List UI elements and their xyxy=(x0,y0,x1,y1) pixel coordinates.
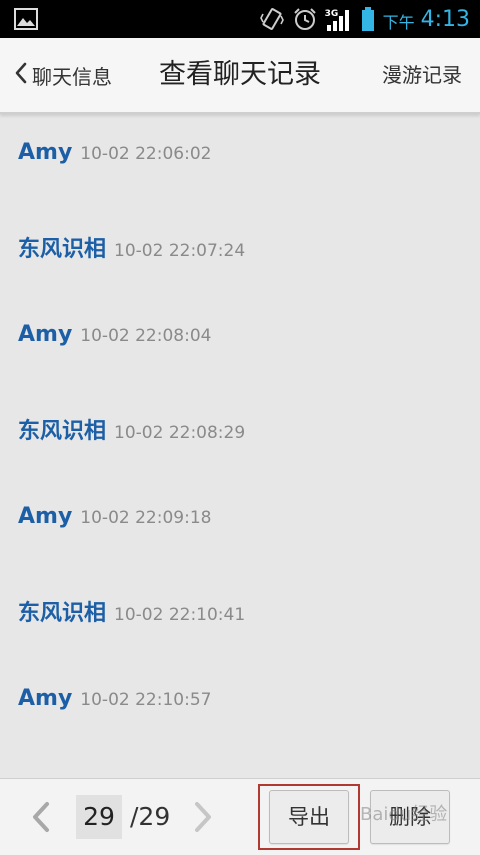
sender-name: 东风识相 xyxy=(18,237,107,262)
previous-page-button[interactable] xyxy=(30,801,52,837)
back-button[interactable]: 聊天信息 xyxy=(14,38,112,112)
list-item[interactable]: 东风识相 10-02 22:07:24 xyxy=(18,231,245,263)
list-item[interactable]: 东风识相 10-02 22:10:41 xyxy=(18,595,245,627)
list-item[interactable]: 东风识相 10-02 22:08:29 xyxy=(18,413,245,445)
total-pages-label: /29 xyxy=(130,802,171,831)
clock-time: 4:13 xyxy=(420,6,470,32)
chevron-left-icon xyxy=(14,61,28,89)
delete-button[interactable]: 删除 xyxy=(370,790,450,844)
export-button[interactable]: 导出 xyxy=(269,790,349,844)
message-timestamp: 10-02 22:06:02 xyxy=(80,144,212,164)
message-timestamp: 10-02 22:09:18 xyxy=(80,508,212,528)
message-timestamp: 10-02 22:10:57 xyxy=(80,690,212,710)
alarm-icon xyxy=(293,7,317,31)
sender-name: Amy xyxy=(18,686,73,711)
ampm-label: 下午 xyxy=(382,13,415,32)
list-item[interactable]: Amy 10-02 22:08:04 xyxy=(18,322,211,347)
sender-name: 东风识相 xyxy=(18,601,107,626)
sender-name: Amy xyxy=(18,140,73,165)
chevron-left-icon xyxy=(30,802,52,837)
list-item[interactable]: Amy 10-02 22:06:02 xyxy=(18,140,211,165)
vibrate-icon xyxy=(259,6,285,32)
status-icons: 3G 下午 4:13 xyxy=(251,0,470,38)
sender-name: 东风识相 xyxy=(18,419,107,444)
back-label: 聊天信息 xyxy=(32,64,112,89)
message-timestamp: 10-02 22:07:24 xyxy=(114,241,246,261)
gallery-notification-icon xyxy=(14,8,38,34)
list-item[interactable]: Amy 10-02 22:10:57 xyxy=(18,686,211,711)
header-bar: 聊天信息 查看聊天记录 漫游记录 xyxy=(0,38,480,114)
next-page-button[interactable] xyxy=(192,801,214,837)
current-page-input[interactable]: 29 xyxy=(76,795,122,839)
signal-icon: 3G xyxy=(325,5,353,33)
message-timestamp: 10-02 22:08:04 xyxy=(80,326,212,346)
roaming-records-button[interactable]: 漫游记录 xyxy=(382,38,462,112)
chevron-right-icon xyxy=(192,802,214,837)
sender-name: Amy xyxy=(18,504,73,529)
list-item[interactable]: Amy 10-02 22:09:18 xyxy=(18,504,211,529)
message-timestamp: 10-02 22:10:41 xyxy=(114,605,246,625)
battery-icon xyxy=(361,6,375,32)
status-bar: 3G 下午 4:13 xyxy=(0,0,480,38)
sender-name: Amy xyxy=(18,322,73,347)
chat-history-list[interactable]: Amy 10-02 22:06:02 东风识相 10-02 22:07:24 A… xyxy=(0,114,480,778)
message-timestamp: 10-02 22:08:29 xyxy=(114,423,246,443)
network-type: 3G xyxy=(324,9,339,19)
